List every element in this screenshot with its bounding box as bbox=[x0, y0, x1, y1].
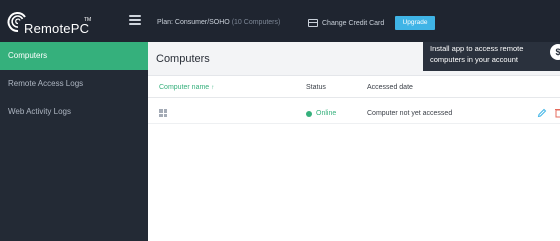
remotepc-logo[interactable]: RemotePC TM bbox=[6, 9, 126, 36]
credit-card-icon bbox=[308, 19, 318, 27]
dollar-icon[interactable]: $ bbox=[550, 44, 560, 60]
delete-trash-icon[interactable] bbox=[555, 108, 560, 118]
sidebar-item-remote-access-logs[interactable]: Remote Access Logs bbox=[0, 70, 148, 98]
install-app-tooltip-text: Install app to access remote computers i… bbox=[430, 44, 524, 64]
main-content: Computers Install app to access remote c… bbox=[148, 42, 560, 241]
page-title: Computers bbox=[156, 53, 210, 65]
sidebar-item-computers[interactable]: Computers bbox=[0, 42, 148, 70]
plan-detail: (10 Computers) bbox=[231, 19, 281, 26]
sort-up-icon: ↑ bbox=[211, 85, 215, 91]
column-header-accessed-date: Accessed date bbox=[367, 84, 413, 91]
upgrade-button[interactable]: Upgrade bbox=[395, 16, 435, 30]
hamburger-menu-icon[interactable] bbox=[129, 15, 141, 25]
windows-icon bbox=[159, 109, 167, 117]
column-header-computer-name[interactable]: Computer name ↑ bbox=[159, 84, 214, 91]
table-row[interactable]: Online Computer not yet accessed bbox=[148, 102, 560, 124]
status-indicator: Online bbox=[306, 110, 336, 117]
sidebar-item-web-activity-logs[interactable]: Web Activity Logs bbox=[0, 98, 148, 126]
plan-label: Plan: Consumer/SOHO bbox=[157, 19, 230, 26]
change-credit-card-label: Change Credit Card bbox=[322, 19, 385, 27]
logo-text: RemotePC bbox=[24, 21, 90, 36]
change-credit-card-link[interactable]: Change Credit Card bbox=[308, 17, 384, 29]
column-header-computer-name-label: Computer name bbox=[159, 84, 210, 91]
accessed-date: Computer not yet accessed bbox=[367, 110, 453, 117]
logo-trademark: TM bbox=[84, 17, 92, 23]
column-header-status: Status bbox=[306, 84, 326, 91]
install-app-tooltip: Install app to access remote computers i… bbox=[423, 42, 560, 71]
online-dot-icon bbox=[306, 110, 312, 117]
plan-info: Plan: Consumer/SOHO (10 Computers) bbox=[157, 19, 280, 26]
status-text: Online bbox=[316, 110, 337, 117]
table-header: Computer name ↑ Status Accessed date bbox=[148, 76, 560, 98]
sidebar: Computers Remote Access Logs Web Activit… bbox=[0, 42, 148, 241]
top-bar: RemotePC TM Plan: Consumer/SOHO (10 Comp… bbox=[0, 0, 560, 42]
edit-pencil-icon[interactable] bbox=[537, 108, 547, 118]
